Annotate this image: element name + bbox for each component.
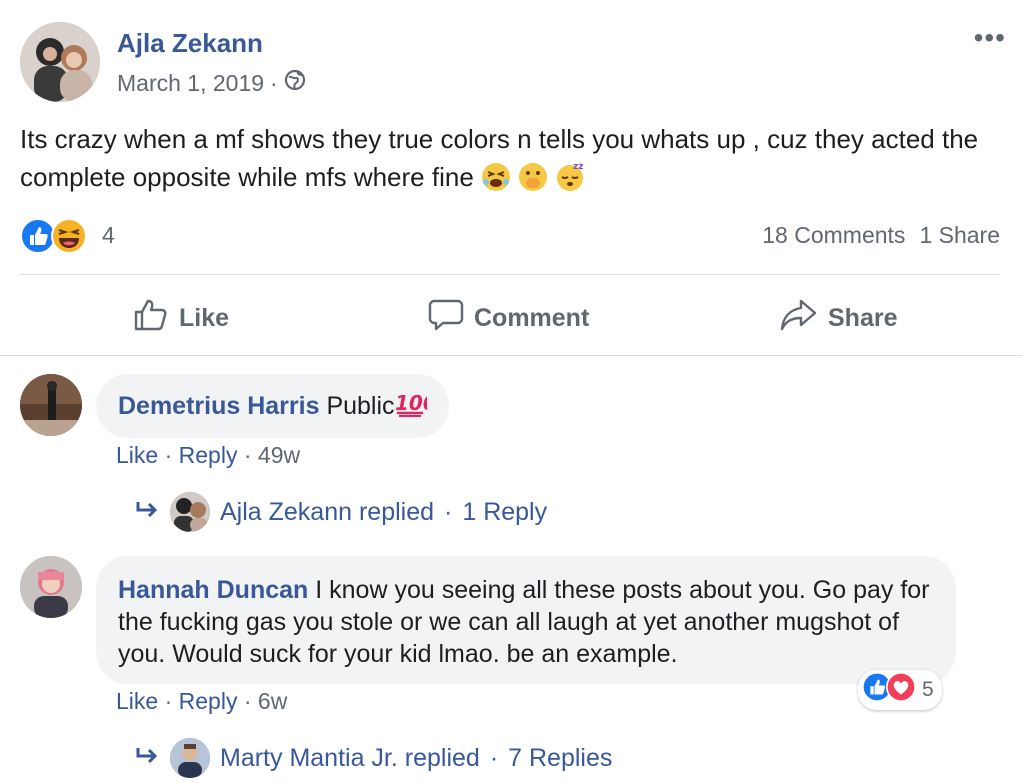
share-button-label: Share [828,304,898,332]
view-replies-link[interactable]: Marty Mantia Jr. replied · 7 Replies [134,738,612,778]
comment-timestamp[interactable]: 49w [258,442,300,468]
comment-button[interactable]: Comment [428,298,589,339]
comment-like-link[interactable]: Like [116,688,158,714]
commenter-avatar[interactable] [20,374,82,436]
commenter-avatar[interactable] [20,556,82,618]
view-replies-link[interactable]: Ajla Zekann replied · 1 Reply [134,492,547,532]
comment-timestamp[interactable]: 6w [258,688,287,714]
comment-item: Hannah Duncan I know you seeing all thes… [20,556,1010,784]
globe-icon [284,69,306,97]
post-meta: March 1, 2019 · [117,69,306,97]
commenter-name[interactable]: Hannah Duncan [118,576,308,604]
love-reaction-icon [886,672,916,708]
reactions-summary: 4 18 Comments 1 Share [20,215,1000,257]
post-stats: 18 Comments 1 Share [762,222,1000,249]
like-button[interactable]: Like [133,298,229,339]
reaction-count[interactable]: 4 [102,222,115,249]
reply-arrow-icon [134,498,160,527]
meta-separator: · [270,69,278,96]
svg-text:100: 100 [395,391,427,415]
separator: · [164,442,173,468]
separator: · [164,688,173,714]
reply-count: 1 Reply [462,497,548,526]
comment-reply-link[interactable]: Reply [179,688,238,714]
separator: · [243,688,252,714]
svg-text:zz: zz [573,162,583,172]
post-author-name[interactable]: Ajla Zekann [117,28,263,59]
comment-like-link[interactable]: Like [116,442,158,468]
hundred-points-emoji: 100 [395,390,436,426]
comment-reaction-count: 5 [922,678,934,701]
post-action-row: Like Comment Share [0,290,1022,346]
post-text: Its crazy when a mf shows they true colo… [20,120,1005,202]
share-button[interactable]: Share [780,298,897,339]
reaction-icons[interactable] [20,217,88,260]
comment-actions: Like · Reply · 49w [116,442,300,469]
reply-count: 7 Replies [508,743,613,772]
replier-avatar [170,492,210,532]
haha-reaction-icon [50,217,88,260]
speech-bubble-icon [428,298,464,339]
thumbs-up-icon [133,298,169,339]
comment-button-label: Comment [474,304,590,332]
author-avatar[interactable] [20,22,100,102]
comment-reply-link[interactable]: Reply [179,442,238,468]
reply-arrow-icon [134,744,160,773]
comment-bubble: Hannah Duncan I know you seeing all thes… [96,556,956,684]
comment-text: Public [326,392,395,420]
shares-count-link[interactable]: 1 Share [919,222,1000,249]
comments-count-link[interactable]: 18 Comments [762,222,905,249]
replier-text: Marty Mantia Jr. replied [220,743,480,772]
separator: · [444,497,453,526]
post-header: Ajla Zekann March 1, 2019 · ••• [20,22,1010,106]
replier-text: Ajla Zekann replied [220,497,435,526]
separator: · [489,743,499,772]
post-date[interactable]: March 1, 2019 [117,70,264,97]
more-options-button[interactable]: ••• [974,24,1006,52]
commenter-name[interactable]: Demetrius Harris [118,392,319,420]
squinting-face-emoji [481,162,511,202]
separator: · [243,442,252,468]
comment-bubble: Demetrius Harris Public 100 [96,374,449,438]
hand-over-mouth-emoji [518,162,548,202]
like-button-label: Like [179,304,230,332]
divider [20,274,1000,275]
comment-reactions[interactable]: 5 [858,670,942,710]
comment-item: Demetrius Harris Public 100 Like · Reply… [20,374,1010,534]
sleeping-face-emoji: zz [555,162,585,202]
divider [0,355,1022,356]
comment-actions: Like · Reply · 6w [116,688,287,715]
replier-avatar [170,738,210,778]
share-arrow-icon [780,298,818,339]
